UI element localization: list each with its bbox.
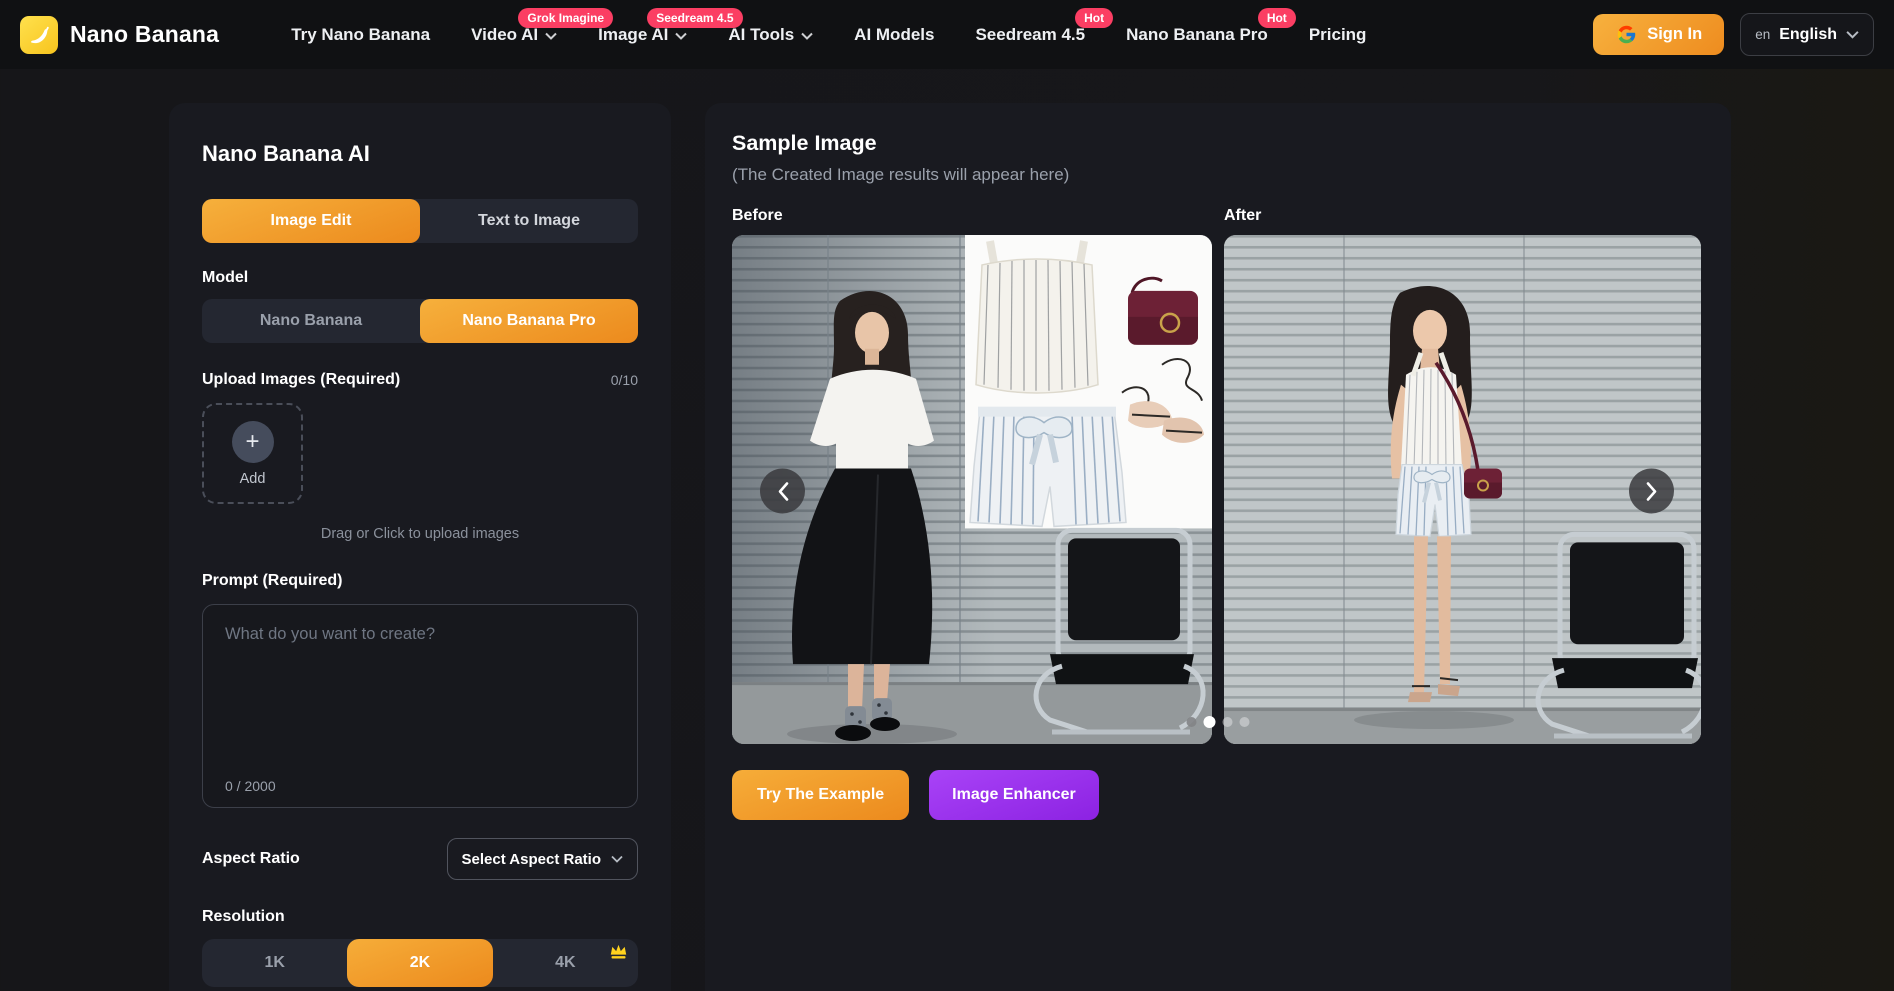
nav-item-ai-models[interactable]: AI Models <box>854 25 934 45</box>
add-label: Add <box>240 471 266 487</box>
sign-in-button[interactable]: Sign In <box>1593 14 1724 55</box>
language-code: en <box>1755 27 1770 42</box>
sample-panel: Sample Image (The Created Image results … <box>705 103 1731 991</box>
chevron-down-icon <box>801 32 813 40</box>
language-selector[interactable]: en English <box>1740 13 1874 56</box>
nav-item-nano-banana-pro[interactable]: Hot Nano Banana Pro <box>1126 25 1268 45</box>
try-example-button[interactable]: Try The Example <box>732 770 909 820</box>
tab-image-edit[interactable]: Image Edit <box>202 199 420 243</box>
sample-subtitle: (The Created Image results will appear h… <box>732 165 1704 185</box>
carousel-dot-4[interactable] <box>1240 717 1250 727</box>
before-label: Before <box>732 207 1212 225</box>
model-option-nano-banana[interactable]: Nano Banana <box>202 299 420 343</box>
aspect-ratio-label: Aspect Ratio <box>202 850 300 868</box>
carousel-dots <box>1187 716 1250 728</box>
brand-name: Nano Banana <box>70 21 219 48</box>
brand[interactable]: Nano Banana <box>20 16 219 54</box>
top-navbar: Nano Banana Try Nano Banana Grok Imagine… <box>0 0 1894 69</box>
hot-badge: Hot <box>1258 8 1296 28</box>
resolution-option-1k[interactable]: 1K <box>202 939 347 987</box>
carousel-dot-2[interactable] <box>1204 716 1216 728</box>
upload-count: 0/10 <box>611 372 638 388</box>
chevron-down-icon <box>611 855 623 863</box>
before-after-carousel: Before <box>732 207 1704 744</box>
navbar-right: Sign In en English <box>1593 13 1874 56</box>
nav-item-seedream-45[interactable]: Hot Seedream 4.5 <box>975 25 1085 45</box>
chevron-left-icon <box>776 481 790 501</box>
prompt-input[interactable] <box>203 605 637 755</box>
hot-badge: Hot <box>1075 8 1113 28</box>
chevron-right-icon <box>1645 481 1659 501</box>
chevron-down-icon <box>1846 30 1859 39</box>
carousel-next-button[interactable] <box>1629 469 1674 514</box>
model-switch: Nano Banana Nano Banana Pro <box>202 299 638 343</box>
upload-hint: Drag or Click to upload images <box>202 526 638 542</box>
panel-title: Nano Banana AI <box>202 141 638 167</box>
image-enhancer-button[interactable]: Image Enhancer <box>929 770 1099 820</box>
resolution-label: Resolution <box>202 908 638 926</box>
nav-item-ai-tools[interactable]: AI Tools <box>728 25 813 45</box>
model-label: Model <box>202 269 638 287</box>
nav-item-try-nano-banana[interactable]: Try Nano Banana <box>291 25 430 45</box>
generator-panel: Nano Banana AI Image Edit Text to Image … <box>169 103 671 991</box>
prompt-box: 0 / 2000 <box>202 604 638 808</box>
aspect-ratio-select[interactable]: Select Aspect Ratio <box>447 838 639 880</box>
char-counter: 0 / 2000 <box>225 778 276 794</box>
before-column: Before <box>732 207 1212 744</box>
upload-dropzone[interactable]: + Add <box>202 403 303 504</box>
after-column: After <box>1224 207 1701 744</box>
after-label: After <box>1224 207 1701 225</box>
model-option-nano-banana-pro[interactable]: Nano Banana Pro <box>420 299 638 343</box>
crown-premium-icon <box>609 943 628 965</box>
carousel-prev-button[interactable] <box>760 469 805 514</box>
resolution-option-2k[interactable]: 2K <box>347 939 492 987</box>
upload-label: Upload Images (Required) <box>202 371 400 389</box>
sample-title: Sample Image <box>732 131 1704 156</box>
sample-actions: Try The Example Image Enhancer <box>732 770 1704 820</box>
aspect-ratio-row: Aspect Ratio Select Aspect Ratio <box>202 838 638 880</box>
mode-tabs: Image Edit Text to Image <box>202 199 638 243</box>
nav-item-video-ai[interactable]: Grok Imagine Video AI <box>471 25 557 45</box>
resolution-switch: 1K 2K 4K <box>202 939 638 987</box>
upload-header: Upload Images (Required) 0/10 <box>202 371 638 389</box>
plus-icon: + <box>232 421 274 463</box>
language-label: English <box>1779 26 1837 44</box>
nav-item-pricing[interactable]: Pricing <box>1309 25 1367 45</box>
prompt-label: Prompt (Required) <box>202 572 638 590</box>
banana-logo-icon <box>20 16 58 54</box>
nav-item-image-ai[interactable]: Seedream 4.5 Image AI <box>598 25 687 45</box>
carousel-dot-3[interactable] <box>1223 717 1233 727</box>
tab-text-to-image[interactable]: Text to Image <box>420 199 638 243</box>
google-icon <box>1615 24 1637 46</box>
carousel-dot-1[interactable] <box>1187 717 1197 727</box>
chevron-down-icon <box>545 32 557 40</box>
nav-links: Try Nano Banana Grok Imagine Video AI Se… <box>291 25 1366 45</box>
chevron-down-icon <box>675 32 687 40</box>
